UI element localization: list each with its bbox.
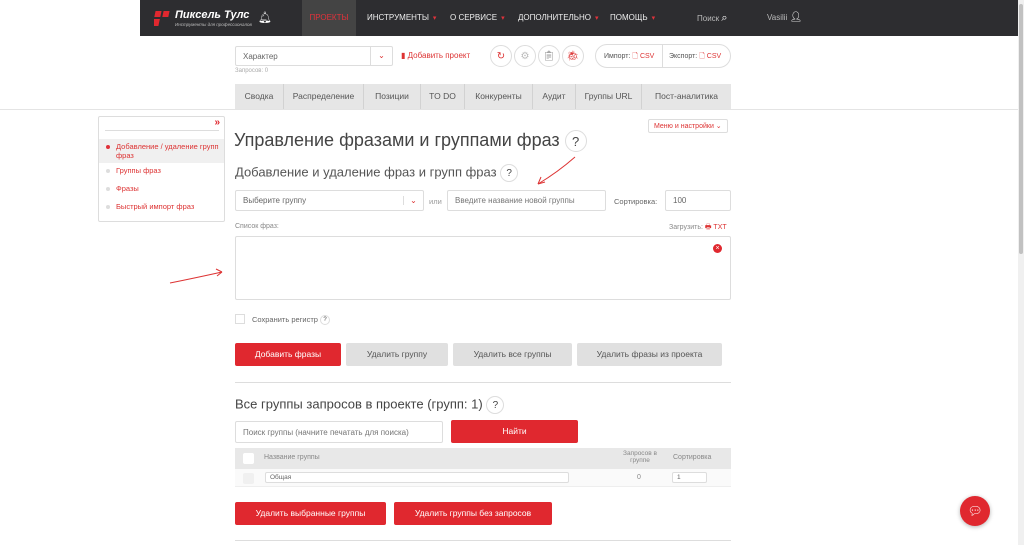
annotation-arrows	[169, 156, 576, 284]
